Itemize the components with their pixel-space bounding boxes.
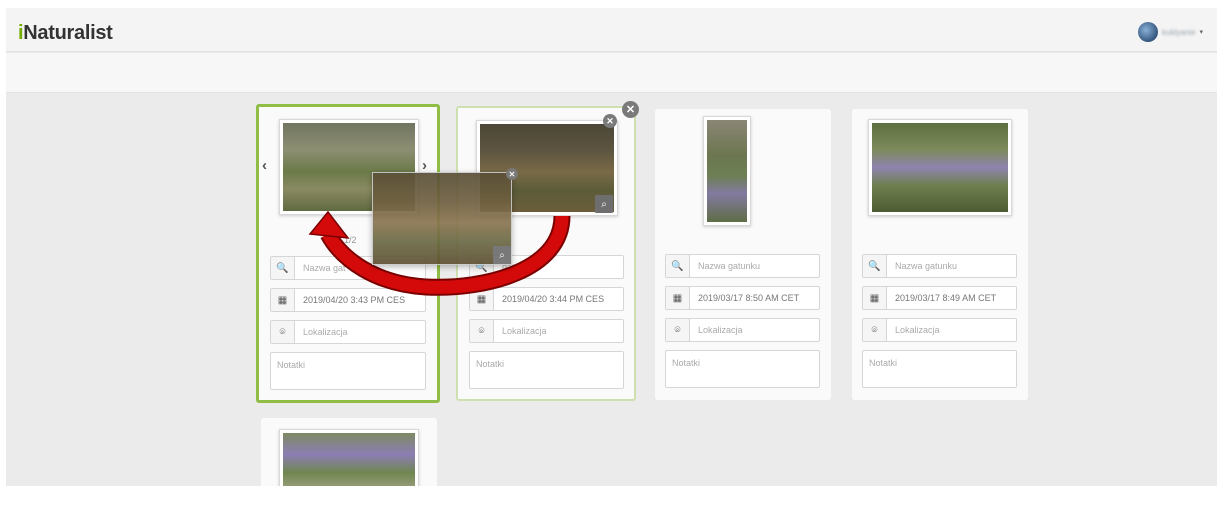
date-input[interactable]: 2019/04/20 3:44 PM CES — [494, 294, 604, 304]
date-field[interactable]: ▦ 2019/04/20 3:44 PM CES — [469, 287, 624, 311]
app-window: iNaturalist kuklyanie ▾ ‹ › 1/2 🔍 Nazwa … — [6, 8, 1217, 486]
calendar-icon: ▦ — [666, 287, 690, 309]
observation-card[interactable] — [261, 418, 437, 486]
calendar-icon: ▦ — [863, 287, 887, 309]
chevron-down-icon[interactable]: ▾ — [1199, 28, 1203, 36]
date-input[interactable]: 2019/03/17 8:50 AM CET — [690, 293, 799, 303]
location-field[interactable]: ⌾ Lokalizacja — [469, 319, 624, 343]
species-field[interactable]: 🔍 Nazwa gatunku — [862, 254, 1017, 278]
photo-thumbnail[interactable] — [868, 119, 1012, 216]
date-field[interactable]: ▦ 2019/03/17 8:50 AM CET — [665, 286, 820, 310]
photo-thumbnail[interactable] — [279, 429, 419, 486]
remove-card-icon[interactable]: ✕ — [622, 101, 639, 118]
location-input[interactable]: Lokalizacja — [295, 327, 348, 337]
observation-card[interactable]: 🔍 Nazwa gatunku ▦ 2019/03/17 8:50 AM CET… — [655, 109, 831, 400]
date-field[interactable]: ▦ 2019/03/17 8:49 AM CET — [862, 286, 1017, 310]
remove-photo-icon[interactable]: ✕ — [603, 114, 617, 128]
flowers-photo — [872, 123, 1008, 212]
notes-textarea[interactable]: Notatki — [270, 352, 426, 390]
species-field[interactable]: 🔍 Nazwa gatunku — [665, 254, 820, 278]
date-input[interactable]: 2019/03/17 8:49 AM CET — [887, 293, 996, 303]
search-icon: 🔍 — [666, 255, 690, 277]
user-name[interactable]: kuklyanie — [1162, 28, 1195, 37]
photo-thumbnail[interactable] — [703, 116, 751, 226]
calendar-icon: ▦ — [470, 288, 494, 310]
flowers-photo — [283, 433, 415, 486]
location-field[interactable]: ⌾ Lokalizacja — [270, 320, 426, 344]
location-pin-icon: ⌾ — [470, 320, 494, 342]
top-navbar: iNaturalist kuklyanie ▾ — [6, 8, 1217, 52]
location-input[interactable]: Lokalizacja — [494, 326, 547, 336]
calendar-icon: ▦ — [271, 289, 295, 311]
observation-card[interactable]: 🔍 Nazwa gatunku ▦ 2019/03/17 8:49 AM CET… — [852, 109, 1028, 400]
location-input[interactable]: Lokalizacja — [887, 325, 940, 335]
location-field[interactable]: ⌾ Lokalizacja — [665, 318, 820, 342]
search-icon: 🔍 — [271, 257, 295, 279]
location-pin-icon: ⌾ — [666, 319, 690, 341]
inaturalist-logo[interactable]: iNaturalist — [18, 22, 113, 45]
species-input[interactable]: Nazwa gatunku — [887, 261, 957, 271]
photo-counter: 1/2 — [344, 235, 357, 245]
upload-toolbar — [6, 53, 1217, 93]
flowers-photo — [707, 120, 747, 222]
location-field[interactable]: ⌾ Lokalizacja — [862, 318, 1017, 342]
prev-photo-icon[interactable]: ‹ — [262, 157, 267, 174]
location-pin-icon: ⌾ — [863, 319, 887, 341]
notes-textarea[interactable]: Notatki — [862, 350, 1017, 388]
location-input[interactable]: Lokalizacja — [690, 325, 743, 335]
notes-textarea[interactable]: Notatki — [469, 351, 624, 389]
avatar[interactable] — [1138, 22, 1159, 42]
remove-photo-icon[interactable]: ✕ — [506, 168, 518, 180]
search-icon: 🔍 — [863, 255, 887, 277]
dragged-photo[interactable]: ⌕ ✕ — [372, 168, 518, 265]
notes-textarea[interactable]: Notatki — [665, 350, 820, 388]
location-pin-icon: ⌾ — [271, 321, 295, 343]
date-input[interactable]: 2019/04/20 3:43 PM CES — [295, 295, 405, 305]
user-menu[interactable]: kuklyanie ▾ — [1138, 22, 1203, 42]
species-input[interactable]: Nazwa gat — [295, 263, 346, 273]
species-input[interactable]: Nazwa gatunku — [690, 261, 760, 271]
zoom-icon[interactable]: ⌕ — [595, 195, 613, 213]
date-field[interactable]: ▦ 2019/04/20 3:43 PM CES — [270, 288, 426, 312]
zoom-icon[interactable]: ⌕ — [493, 246, 511, 264]
logo-wordmark: Naturalist — [23, 22, 113, 44]
soil-photo — [373, 173, 511, 264]
